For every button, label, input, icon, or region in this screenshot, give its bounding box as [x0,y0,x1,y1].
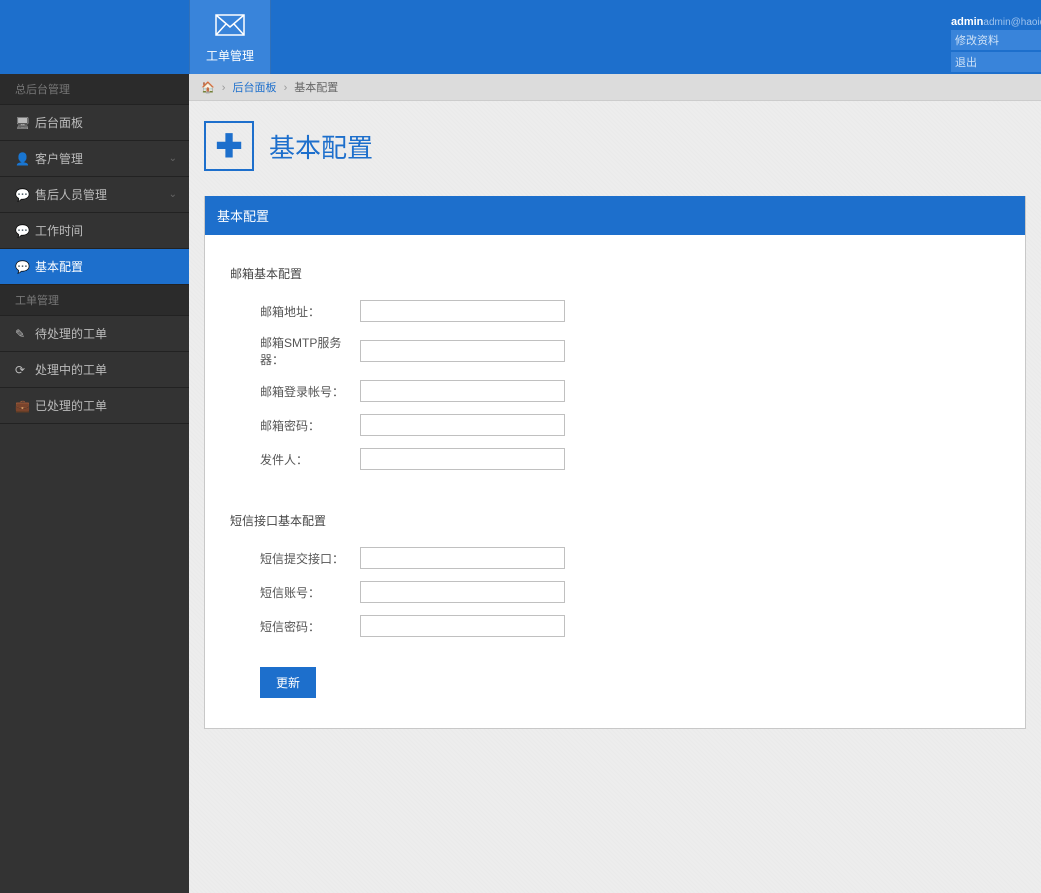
sidebar-item-label: 待处理的工单 [35,325,107,342]
sidebar-item-label: 客户管理 [35,150,83,167]
plus-icon: ✚ [204,121,254,171]
input-sms-account[interactable] [360,581,565,603]
label-sms-api: 短信提交接口： [230,550,360,567]
pencil-icon: ✎ [15,327,35,341]
sidebar-item-done[interactable]: 💼 已处理的工单 [0,388,189,424]
input-sms-api[interactable] [360,547,565,569]
form-row: 短信密码： [230,615,1000,637]
sidebar-item-label: 工作时间 [35,222,83,239]
user-box: adminadmin@haoid.cn 修改资料 退出 [951,16,1041,72]
user-icon: 👤 [15,152,35,166]
input-email-address[interactable] [360,300,565,322]
refresh-icon: ⟳ [15,363,35,377]
mail-icon [215,11,245,43]
sidebar-item-pending[interactable]: ✎ 待处理的工单 [0,316,189,352]
form-row: 邮箱地址： [230,300,1000,322]
section-sms-title: 短信接口基本配置 [230,512,1000,529]
user-email: admin@haoid.cn [983,17,1041,28]
sidebar: 总后台管理 🖥 后台面板 👤 客户管理 ⌄ 💬 售后人员管理 ⌄ 💬 工作时间 … [0,74,189,893]
sidebar-item-label: 已处理的工单 [35,397,107,414]
input-sms-password[interactable] [360,615,565,637]
logout-link[interactable]: 退出 [951,52,1041,72]
sidebar-section-admin: 总后台管理 [0,74,189,105]
input-email-password[interactable] [360,414,565,436]
sidebar-item-processing[interactable]: ⟳ 处理中的工单 [0,352,189,388]
label-sms-account: 短信账号： [230,584,360,601]
sidebar-item-dashboard[interactable]: 🖥 后台面板 [0,105,189,141]
home-icon[interactable]: 🏠 [201,82,215,94]
input-sender[interactable] [360,448,565,470]
form-row: 邮箱SMTP服务器： [230,334,1000,368]
input-smtp-server[interactable] [360,340,565,362]
breadcrumb-separator: › [284,82,288,94]
label-email-account: 邮箱登录帐号： [230,383,360,400]
form-row: 短信提交接口： [230,547,1000,569]
sidebar-item-label: 处理中的工单 [35,361,107,378]
user-name: admin [951,16,983,28]
comment-icon: 💬 [15,260,35,274]
sidebar-item-label: 后台面板 [35,114,83,131]
breadcrumb-current: 基本配置 [294,82,338,94]
chevron-down-icon: ⌄ [169,153,177,164]
label-smtp-server: 邮箱SMTP服务器： [230,334,360,368]
card-header: 基本配置 [205,196,1025,235]
sidebar-item-label: 基本配置 [35,258,83,275]
page-title: 基本配置 [269,128,373,165]
breadcrumb-dashboard-link[interactable]: 后台面板 [233,82,277,94]
header-tab-tickets[interactable]: 工单管理 [189,0,271,74]
form-row: 发件人： [230,448,1000,470]
comment-icon: 💬 [15,188,35,202]
laptop-icon: 🖥 [15,116,35,130]
chevron-down-icon: ⌄ [169,189,177,200]
edit-profile-link[interactable]: 修改资料 [951,30,1041,50]
header-tab-label: 工单管理 [206,47,254,64]
comment-icon: 💬 [15,224,35,238]
sidebar-section-tickets: 工单管理 [0,285,189,316]
breadcrumb-separator: › [222,82,226,94]
page-title-container: ✚ 基本配置 [189,101,1041,196]
label-email-address: 邮箱地址： [230,303,360,320]
sidebar-item-label: 售后人员管理 [35,186,107,203]
sidebar-item-staff[interactable]: 💬 售后人员管理 ⌄ [0,177,189,213]
section-email-title: 邮箱基本配置 [230,265,1000,282]
sidebar-item-worktime[interactable]: 💬 工作时间 [0,213,189,249]
briefcase-icon: 💼 [15,399,35,413]
main-content: 🏠 › 后台面板 › 基本配置 ✚ 基本配置 基本配置 邮箱基本配置 邮箱地址：… [189,74,1041,893]
sidebar-item-customers[interactable]: 👤 客户管理 ⌄ [0,141,189,177]
app-header: 工单管理 adminadmin@haoid.cn 修改资料 退出 [0,0,1041,74]
header-spacer [0,0,189,74]
form-row: 邮箱登录帐号： [230,380,1000,402]
breadcrumb: 🏠 › 后台面板 › 基本配置 [189,74,1041,101]
input-email-account[interactable] [360,380,565,402]
label-email-password: 邮箱密码： [230,417,360,434]
label-sms-password: 短信密码： [230,618,360,635]
settings-card: 基本配置 邮箱基本配置 邮箱地址： 邮箱SMTP服务器： 邮箱登录帐号： 邮箱密… [204,196,1026,729]
form-row: 短信账号： [230,581,1000,603]
card-body: 邮箱基本配置 邮箱地址： 邮箱SMTP服务器： 邮箱登录帐号： 邮箱密码： 发件… [205,235,1025,728]
label-sender: 发件人： [230,451,360,468]
submit-button[interactable]: 更新 [260,667,316,698]
sidebar-item-settings[interactable]: 💬 基本配置 [0,249,189,285]
form-row: 邮箱密码： [230,414,1000,436]
